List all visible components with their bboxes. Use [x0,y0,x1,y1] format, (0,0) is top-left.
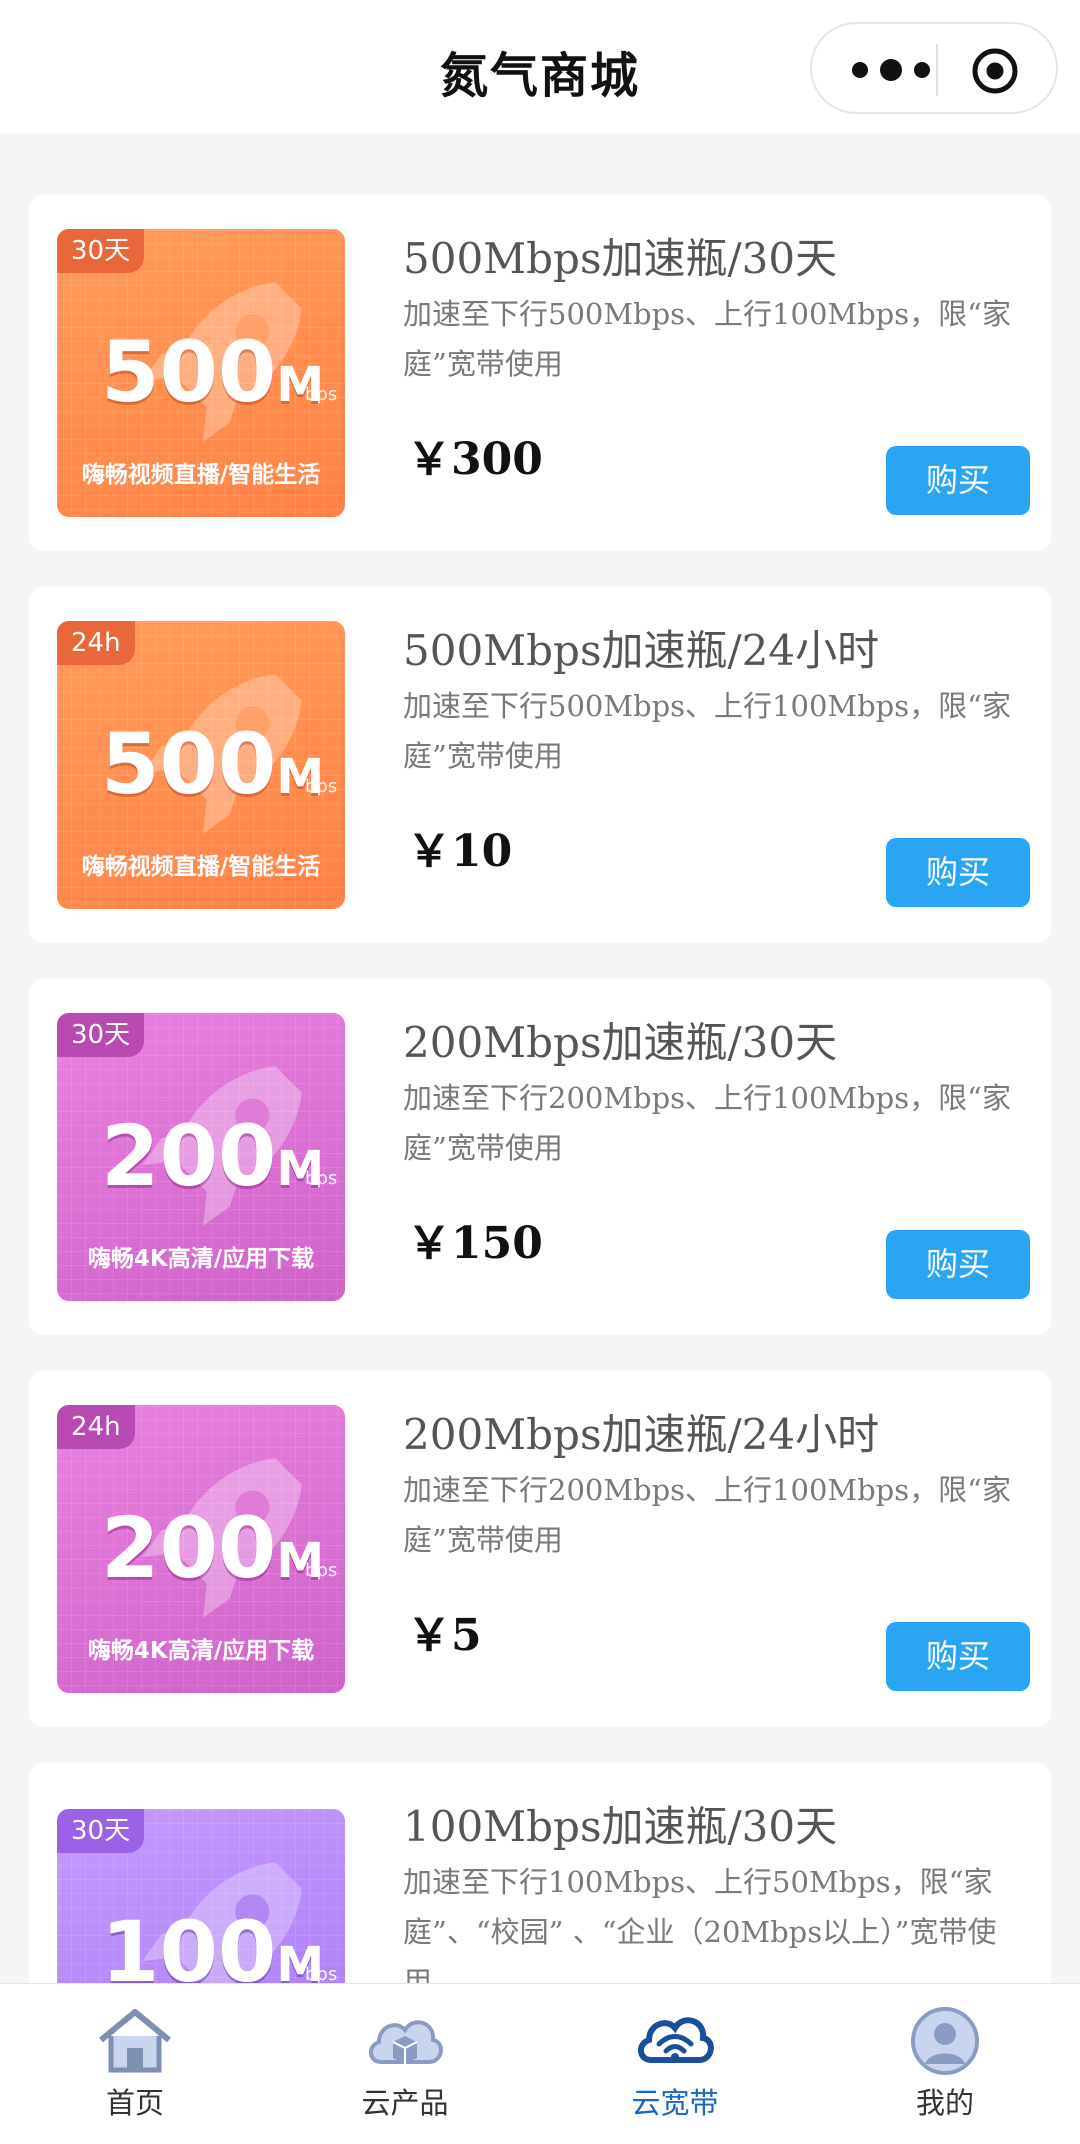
tab-cloud-broadband[interactable]: 云宽带 [540,1984,810,2144]
tab-mine[interactable]: 我的 [810,1984,1080,2144]
tab-label: 云产品 [361,2086,449,2120]
more-icon[interactable] [846,54,936,86]
duration-badge: 30天 [57,1809,145,1853]
tab-home[interactable]: 首页 [0,1984,270,2144]
product-card: 30天 500M bps 嗨畅视频直播/智能生活 500Mbps加速瓶/30天 … [29,195,1051,551]
speed-label: 500M [101,715,325,813]
product-price: ￥150 [407,1218,543,1269]
user-icon [911,2007,979,2075]
speed-label: 200M [101,1499,325,1597]
home-icon [99,2009,171,2073]
product-image: 24h 500M bps 嗨畅视频直播/智能生活 [57,621,345,909]
speed-label: 100M [101,1903,325,1983]
buy-button[interactable]: 购买 [886,446,1030,515]
product-description: 加速至下行500Mbps、上行100Mbps，限“家庭”宽带使用 [403,297,1011,381]
slogan: 嗨畅视频直播/智能生活 [81,462,321,488]
product-title: 100Mbps加速瓶/30天 [403,1802,838,1851]
tab-bar: 首页 云产品 云宽带 我的 [0,1983,1080,2144]
product-image: 30天 500M bps 嗨畅视频直播/智能生活 [57,229,345,517]
product-image: 30天 100M bps [57,1809,345,1983]
tab-label: 我的 [915,2086,974,2120]
duration-badge: 24h [57,621,135,665]
bps-label: bps [305,384,338,405]
bps-label: bps [305,1168,338,1189]
buy-button[interactable]: 购买 [886,838,1030,907]
product-description: 加速至下行500Mbps、上行100Mbps，限“家庭”宽带使用 [403,689,1011,773]
product-price: ￥10 [407,826,513,877]
bps-label: bps [305,1964,338,1983]
product-title: 200Mbps加速瓶/24小时 [403,1410,880,1459]
mini-program-capsule [810,22,1058,114]
product-card: 30天 100M bps 100Mbps加速瓶/30天 加速至下行100Mbps… [29,1763,1051,1983]
product-image: 24h 200M bps 嗨畅4K高清/应用下载 [57,1405,345,1693]
bps-label: bps [305,1560,338,1581]
tab-label: 首页 [105,2086,164,2120]
tab-label: 云宽带 [631,2086,719,2120]
tab-cloud-products[interactable]: 云产品 [270,1984,540,2144]
product-card: 30天 200M bps 嗨畅4K高清/应用下载 200Mbps加速瓶/30天 … [29,979,1051,1335]
product-title: 500Mbps加速瓶/24小时 [403,626,880,675]
product-description: 加速至下行200Mbps、上行100Mbps，限“家庭”宽带使用 [403,1473,1011,1557]
nav-header: 氮气商城 [0,0,1080,133]
product-price: ￥5 [407,1610,482,1661]
product-price: ￥300 [407,434,543,485]
product-image: 30天 200M bps 嗨畅4K高清/应用下载 [57,1013,345,1301]
close-target-icon[interactable] [970,46,1020,96]
speed-label: 500M [101,323,325,421]
slogan: 嗨畅视频直播/智能生活 [81,854,321,880]
product-title: 500Mbps加速瓶/30天 [403,234,838,283]
product-list[interactable]: 30天 500M bps 嗨畅视频直播/智能生活 500Mbps加速瓶/30天 … [0,133,1080,1983]
buy-button[interactable]: 购买 [886,1230,1030,1299]
capsule-divider [936,44,938,96]
cloud-wifi-icon [638,2017,714,2063]
product-description: 加速至下行100Mbps、上行50Mbps，限“家庭”、“校园” 、“企业（20… [403,1865,997,1983]
buy-button[interactable]: 购买 [886,1622,1030,1691]
product-card: 24h 200M bps 嗨畅4K高清/应用下载 200Mbps加速瓶/24小时… [29,1371,1051,1727]
product-title: 200Mbps加速瓶/30天 [403,1018,838,1067]
duration-badge: 24h [57,1405,135,1449]
product-description: 加速至下行200Mbps、上行100Mbps，限“家庭”宽带使用 [403,1081,1011,1165]
product-card: 24h 500M bps 嗨畅视频直播/智能生活 500Mbps加速瓶/24小时… [29,587,1051,943]
slogan: 嗨畅4K高清/应用下载 [87,1638,315,1664]
duration-badge: 30天 [57,229,145,273]
duration-badge: 30天 [57,1013,145,1057]
speed-label: 200M [101,1107,325,1205]
bps-label: bps [305,776,338,797]
cloud-box-icon [369,2020,443,2064]
slogan: 嗨畅4K高清/应用下载 [87,1246,315,1272]
